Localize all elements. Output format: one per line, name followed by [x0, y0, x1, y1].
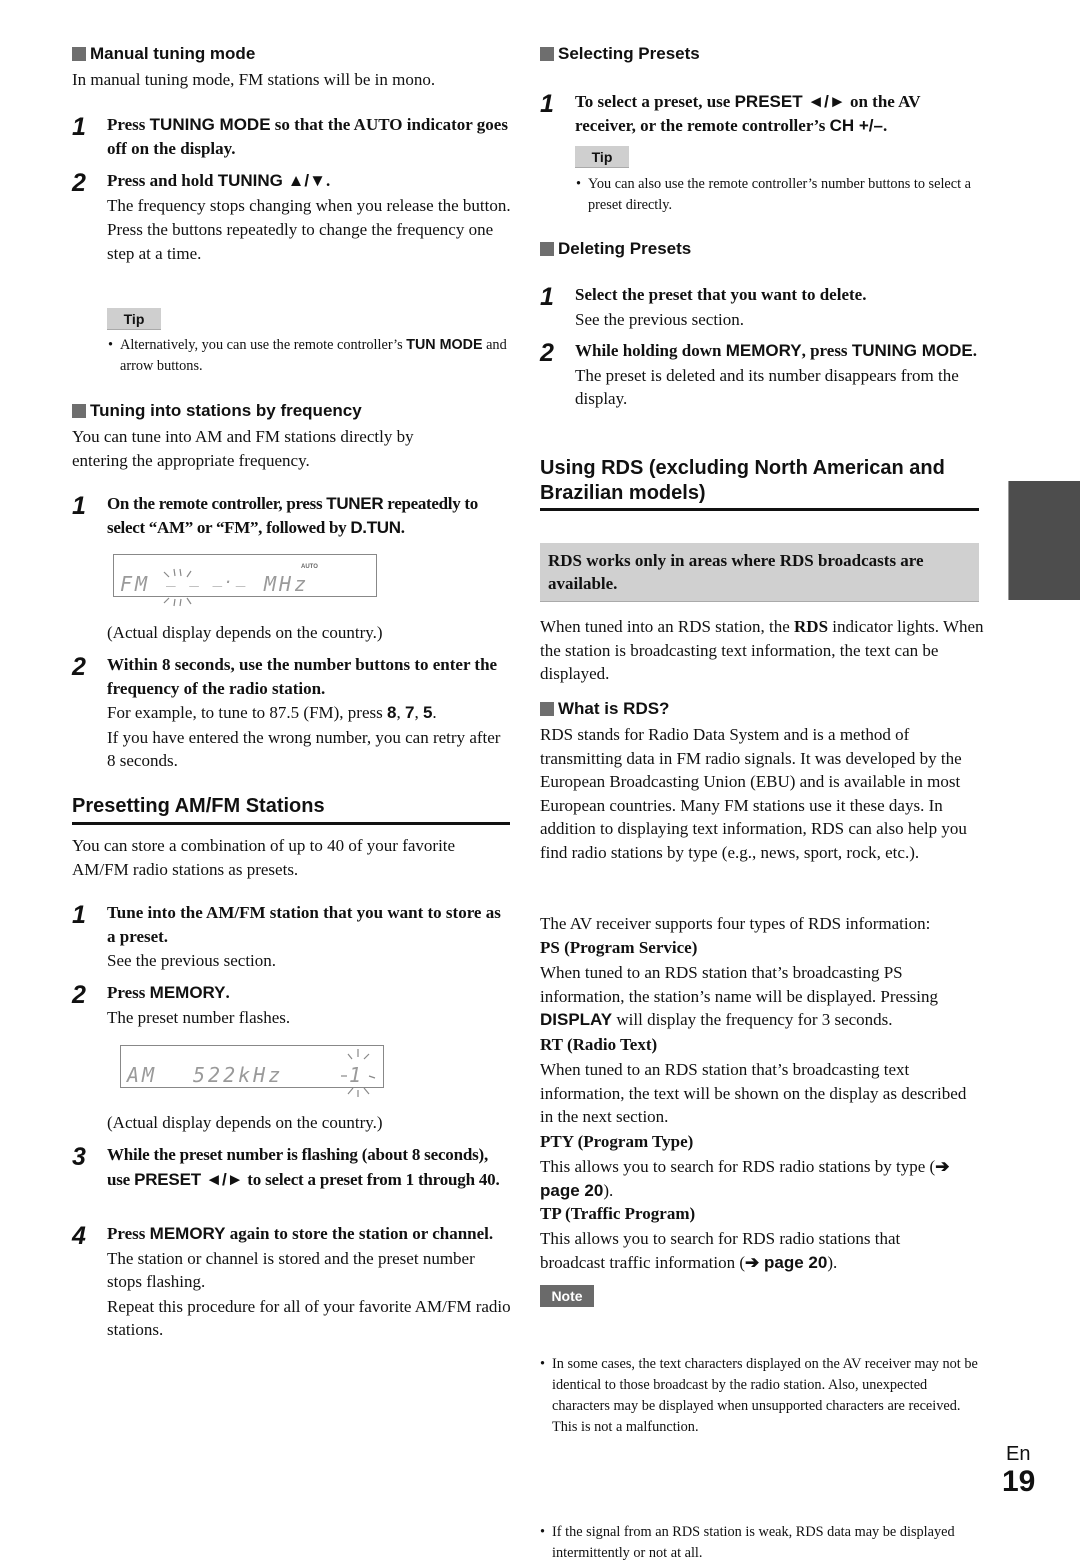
pty-text: This allows you to search for RDS radio …: [540, 1157, 950, 1200]
note-bullet: If the signal from an RDS station is wea…: [540, 1522, 980, 1564]
step-title: Select the preset that you want to delet…: [575, 285, 867, 304]
step-title: Press TUNING MODE so that the AUTO indic…: [107, 115, 508, 158]
tp-text: This allows you to search for RDS radio …: [540, 1229, 901, 1272]
square-bullet-icon: [540, 242, 554, 256]
step-text: Repeat this procedure for all of your fa…: [107, 1296, 511, 1340]
rt-text: When tuned to an RDS station that’s broa…: [540, 1060, 967, 1126]
presetting-intro: You can store a combination of up to 40 …: [72, 836, 456, 879]
freq-step-1: 1 On the remote controller, press TUNER …: [72, 492, 512, 542]
what-is-rds-heading: What is RDS?: [540, 699, 669, 719]
step-number: 2: [72, 169, 86, 197]
step-number: 1: [540, 283, 554, 311]
step-number: 2: [72, 981, 86, 1009]
flashing-indicator-icon: [341, 1049, 376, 1097]
display-unit: MHz: [264, 572, 310, 596]
step-number: 3: [72, 1143, 86, 1171]
display-caption: (Actual display depends on the country.): [107, 623, 383, 642]
right-column: Selecting Presets 1 To select a preset, …: [540, 0, 984, 1561]
square-bullet-icon: [72, 404, 86, 418]
display-band: AM: [127, 1063, 158, 1087]
rds-types-intro: The AV receiver supports four types of R…: [540, 914, 931, 933]
tip-label: Tip: [575, 146, 629, 168]
square-bullet-icon: [540, 47, 554, 61]
fm-display-illustration: AUTO FM _ _ _._ MHz: [113, 554, 377, 607]
step-text: See the previous section.: [575, 309, 745, 329]
delete-step-1: 1 Select the preset that you want to del…: [540, 283, 980, 333]
step-text: The preset is deleted and its number dis…: [575, 365, 959, 409]
step-title: Tune into the AM/FM station that you wan…: [107, 903, 501, 946]
step-number: 2: [72, 653, 86, 681]
ps-text: When tuned to an RDS station that’s broa…: [540, 963, 939, 1029]
pty-title: PTY (Program Type): [540, 1132, 694, 1151]
page-language: En: [1006, 1443, 1031, 1465]
step-number: 1: [72, 492, 86, 520]
rds-section-title: Using RDS (excluding North American and …: [540, 457, 945, 504]
tip-bullet: Alternatively, you can use the remote co…: [108, 335, 512, 377]
manual-step-2: 2 Press and hold TUNING ▲/▼. The frequen…: [72, 169, 512, 299]
deleting-presets-heading: Deleting Presets: [540, 239, 691, 259]
rds-availability-box: RDS works only in areas where RDS broadc…: [540, 543, 979, 602]
manual-tuning-intro: In manual tuning mode, FM stations will …: [72, 70, 436, 89]
step-text: Press the buttons repeatedly to change t…: [107, 220, 494, 263]
step-title: Within 8 seconds, use the number buttons…: [107, 655, 498, 698]
step-title: Press and hold TUNING ▲/▼.: [107, 171, 331, 190]
preset-step-2: 2 Press MEMORY. The preset number flashe…: [72, 981, 512, 1031]
section-divider: [540, 508, 979, 511]
auto-indicator: AUTO: [301, 564, 318, 570]
what-is-rds-text: RDS stands for Radio Data System and is …: [540, 725, 967, 862]
left-column: Manual tuning mode In manual tuning mode…: [72, 0, 512, 1339]
preset-step-4: 4 Press MEMORY again to store the statio…: [72, 1222, 512, 1372]
step-number: 2: [540, 339, 554, 367]
step-text: The frequency stops changing when you re…: [107, 195, 511, 215]
chapter-side-tab: [1008, 481, 1080, 600]
flashing-indicator-icon: [163, 568, 192, 607]
step-text: See the previous section.: [107, 951, 277, 970]
preset-step-3: 3 While the preset number is flashing (a…: [72, 1143, 512, 1219]
freq-step-2: 2 Within 8 seconds, use the number butto…: [72, 653, 512, 773]
manual-step-1: 1 Press TUNING MODE so that the AUTO ind…: [72, 113, 512, 163]
note-bullet: In some cases, the text characters displ…: [540, 1354, 980, 1438]
step-text: For example, to tune to 87.5 (FM), press…: [107, 703, 437, 722]
square-bullet-icon: [72, 47, 86, 61]
step-number: 1: [540, 90, 554, 118]
step-text: If you have entered the wrong number, yo…: [107, 727, 501, 771]
step-title: On the remote controller, press TUNER re…: [107, 494, 478, 537]
step-number: 1: [72, 113, 86, 141]
step-text: The preset number flashes.: [107, 1007, 291, 1027]
step-number: 1: [72, 901, 86, 929]
display-frequency: 522kHz: [193, 1063, 284, 1087]
frequency-tuning-heading: Tuning into stations by frequency: [72, 401, 362, 421]
square-bullet-icon: [540, 702, 554, 716]
manual-tuning-heading: Manual tuning mode: [72, 44, 255, 64]
tip-bullet: You can also use the remote controller’s…: [576, 174, 980, 216]
step-title: While the preset number is flashing (abo…: [107, 1145, 500, 1189]
step-title: While holding down MEMORY, press TUNING …: [575, 341, 977, 360]
section-divider: [72, 822, 510, 825]
tip-label: Tip: [107, 308, 161, 330]
select-step-1: 1 To select a preset, use PRESET ◄/► on …: [540, 90, 980, 140]
step-number: 4: [72, 1222, 86, 1250]
am-display-illustration: AM 522kHz 1: [120, 1045, 384, 1097]
display-caption: (Actual display depends on the country.): [107, 1113, 383, 1132]
step-title: Press MEMORY.: [107, 983, 230, 1002]
page-number: 19: [1002, 1465, 1036, 1498]
selecting-presets-heading: Selecting Presets: [540, 44, 700, 64]
step-title: To select a preset, use PRESET ◄/► on th…: [575, 92, 921, 135]
presetting-section-title: Presetting AM/FM Stations: [72, 795, 325, 817]
rds-intro: When tuned into an RDS station, the RDS …: [540, 617, 984, 683]
tp-title: TP (Traffic Program): [540, 1204, 696, 1223]
preset-step-1: 1 Tune into the AM/FM station that you w…: [72, 901, 512, 977]
rt-title: RT (Radio Text): [540, 1035, 658, 1054]
page-20-link[interactable]: ➔ page 20: [745, 1253, 827, 1272]
display-band: FM: [120, 572, 151, 596]
frequency-intro: You can tune into AM and FM stations dir…: [72, 427, 414, 470]
step-text: The station or channel is stored and the…: [107, 1248, 475, 1292]
ps-title: PS (Program Service): [540, 938, 698, 957]
step-title: Press MEMORY again to store the station …: [107, 1224, 494, 1243]
delete-step-2: 2 While holding down MEMORY, press TUNIN…: [540, 339, 980, 439]
note-label: Note: [540, 1285, 594, 1307]
